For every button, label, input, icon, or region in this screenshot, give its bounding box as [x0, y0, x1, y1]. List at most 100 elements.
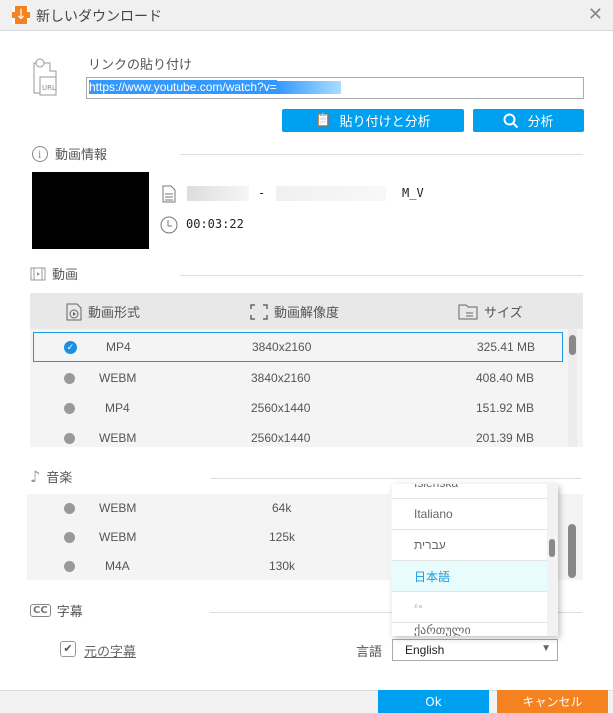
title-separator: -: [258, 186, 266, 200]
radio-dot-icon: [64, 561, 75, 572]
info-icon: i: [32, 145, 48, 162]
dropdown-scrollbar[interactable]: [547, 484, 558, 636]
paste-and-analyze-button[interactable]: 📋 貼り付けと分析: [282, 109, 464, 132]
svg-text:i: i: [38, 150, 41, 161]
video-thumbnail: [32, 172, 149, 249]
language-option[interactable]: עברית: [392, 530, 547, 561]
video-format-list: ✓ MP4 3840x2160 325.41 MB WEBM 3840x2160…: [30, 329, 583, 447]
video-title: 動画: [52, 268, 79, 283]
paste-and-analyze-label: 貼り付けと分析: [339, 115, 431, 130]
video-row[interactable]: WEBM 2560x1440 201.39 MB: [30, 423, 565, 453]
language-select-value: English: [405, 643, 445, 657]
original-subtitle-label[interactable]: 元の字幕: [84, 641, 136, 660]
paste-search-icon: 📋: [315, 113, 332, 128]
video-format: WEBM: [99, 371, 137, 385]
audio-heading: ♪ 音楽: [30, 467, 72, 486]
film-icon: [30, 267, 46, 280]
cc-icon: CC: [30, 604, 51, 617]
video-format: MP4: [105, 401, 130, 415]
audio-scrollbar-thumb[interactable]: [568, 524, 576, 578]
video-size: 408.40 MB: [476, 371, 535, 385]
language-option-highlighted[interactable]: 日本語: [392, 561, 547, 592]
video-size: 151.92 MB: [476, 401, 535, 415]
video-size: 201.39 MB: [476, 431, 535, 445]
language-option[interactable]: ქართული: [392, 623, 547, 636]
url-clipboard-icon: URL: [33, 58, 57, 96]
close-icon[interactable]: ✕: [588, 4, 603, 25]
file-icon: [162, 185, 176, 203]
cancel-button[interactable]: キャンセル: [497, 690, 608, 713]
video-format: MP4: [106, 340, 131, 354]
column-size: サイズ: [458, 302, 523, 321]
audio-format: WEBM: [99, 530, 137, 544]
video-scrollbar[interactable]: [568, 329, 577, 447]
video-duration: 00:03:22: [186, 217, 244, 231]
resolution-icon: [250, 303, 268, 320]
audio-format-list: WEBM 64k WEBM 125k M4A 130k: [27, 494, 390, 580]
video-info-heading: i 動画情報: [31, 144, 107, 163]
paste-link-label: リンクの貼り付け: [88, 58, 193, 73]
column-format: 動画形式: [66, 302, 140, 321]
subtitle-title: 字幕: [56, 605, 83, 620]
analyze-label: 分析: [527, 115, 554, 130]
audio-format: WEBM: [99, 501, 137, 515]
column-size-label: サイズ: [484, 306, 523, 321]
ok-button[interactable]: Ok: [378, 690, 489, 713]
audio-row[interactable]: M4A 130k: [27, 552, 390, 581]
audio-bitrate: 64k: [272, 501, 292, 515]
audio-row[interactable]: WEBM 125k: [27, 523, 390, 552]
video-row[interactable]: WEBM 3840x2160 408.40 MB: [30, 363, 565, 393]
chevron-down-icon: ▼: [541, 643, 551, 654]
blurred-title-part: [276, 186, 386, 201]
blurred-title-part: [187, 186, 249, 201]
radio-dot-icon: [64, 373, 75, 384]
language-option[interactable]: ᨅᨔ: [392, 592, 547, 623]
language-option[interactable]: Italiano: [392, 499, 547, 530]
video-resolution: 3840x2160: [251, 371, 311, 385]
radio-dot-icon: [64, 433, 75, 444]
video-resolution: 2560x1440: [251, 401, 311, 415]
video-file-icon: [66, 303, 82, 320]
divider: [180, 275, 583, 276]
window-title: 新しいダウンロード: [36, 9, 162, 25]
radio-dot-icon: [64, 503, 75, 514]
dropdown-scrollbar-thumb[interactable]: [549, 539, 555, 557]
audio-bitrate: 130k: [269, 559, 296, 573]
search-icon: [503, 113, 519, 128]
analyze-button[interactable]: 分析: [473, 109, 584, 132]
audio-bitrate: 125k: [269, 530, 296, 544]
video-row[interactable]: ✓ MP4 3840x2160 325.41 MB: [33, 332, 563, 362]
video-resolution: 3840x2160: [252, 340, 312, 354]
video-info-title: 動画情報: [55, 148, 108, 163]
divider: [180, 154, 583, 155]
video-resolution: 2560x1440: [251, 431, 311, 445]
video-scrollbar-thumb[interactable]: [569, 335, 576, 355]
video-format: WEBM: [99, 431, 137, 445]
url-text: https://www.youtube.com/watch?v=: [89, 80, 277, 94]
audio-format: M4A: [105, 559, 130, 573]
svg-text:URL: URL: [42, 84, 56, 92]
language-label: 言語: [356, 645, 383, 660]
language-option[interactable]: Íslenska: [392, 484, 547, 499]
radio-dot-icon: [64, 532, 75, 543]
language-dropdown-list: Íslenska Italiano עברית 日本語 ᨅᨔ ქართული: [392, 484, 558, 636]
app-download-icon: ↓: [12, 6, 30, 24]
radio-dot-icon: [64, 403, 75, 414]
original-subtitle-checkbox[interactable]: ✔: [60, 641, 76, 657]
subtitle-heading: CC 字幕: [30, 601, 83, 620]
audio-row[interactable]: WEBM 64k: [27, 494, 390, 523]
column-resolution-label: 動画解像度: [274, 306, 340, 321]
language-select[interactable]: English ▼: [392, 639, 558, 661]
clock-icon: [160, 216, 178, 234]
video-table-header: 動画形式 動画解像度 サイズ: [30, 293, 583, 329]
column-format-label: 動画形式: [88, 306, 141, 321]
selected-check-icon: ✓: [64, 341, 77, 354]
video-size: 325.41 MB: [477, 340, 536, 354]
video-row[interactable]: MP4 2560x1440 151.92 MB: [30, 393, 565, 423]
url-input[interactable]: https://www.youtube.com/watch?v=: [86, 77, 584, 99]
video-heading: 動画: [30, 264, 78, 283]
folder-icon: [458, 304, 478, 319]
column-resolution: 動画解像度: [250, 302, 339, 321]
video-title-suffix: M_V: [402, 186, 424, 200]
audio-title: 音楽: [46, 471, 73, 486]
